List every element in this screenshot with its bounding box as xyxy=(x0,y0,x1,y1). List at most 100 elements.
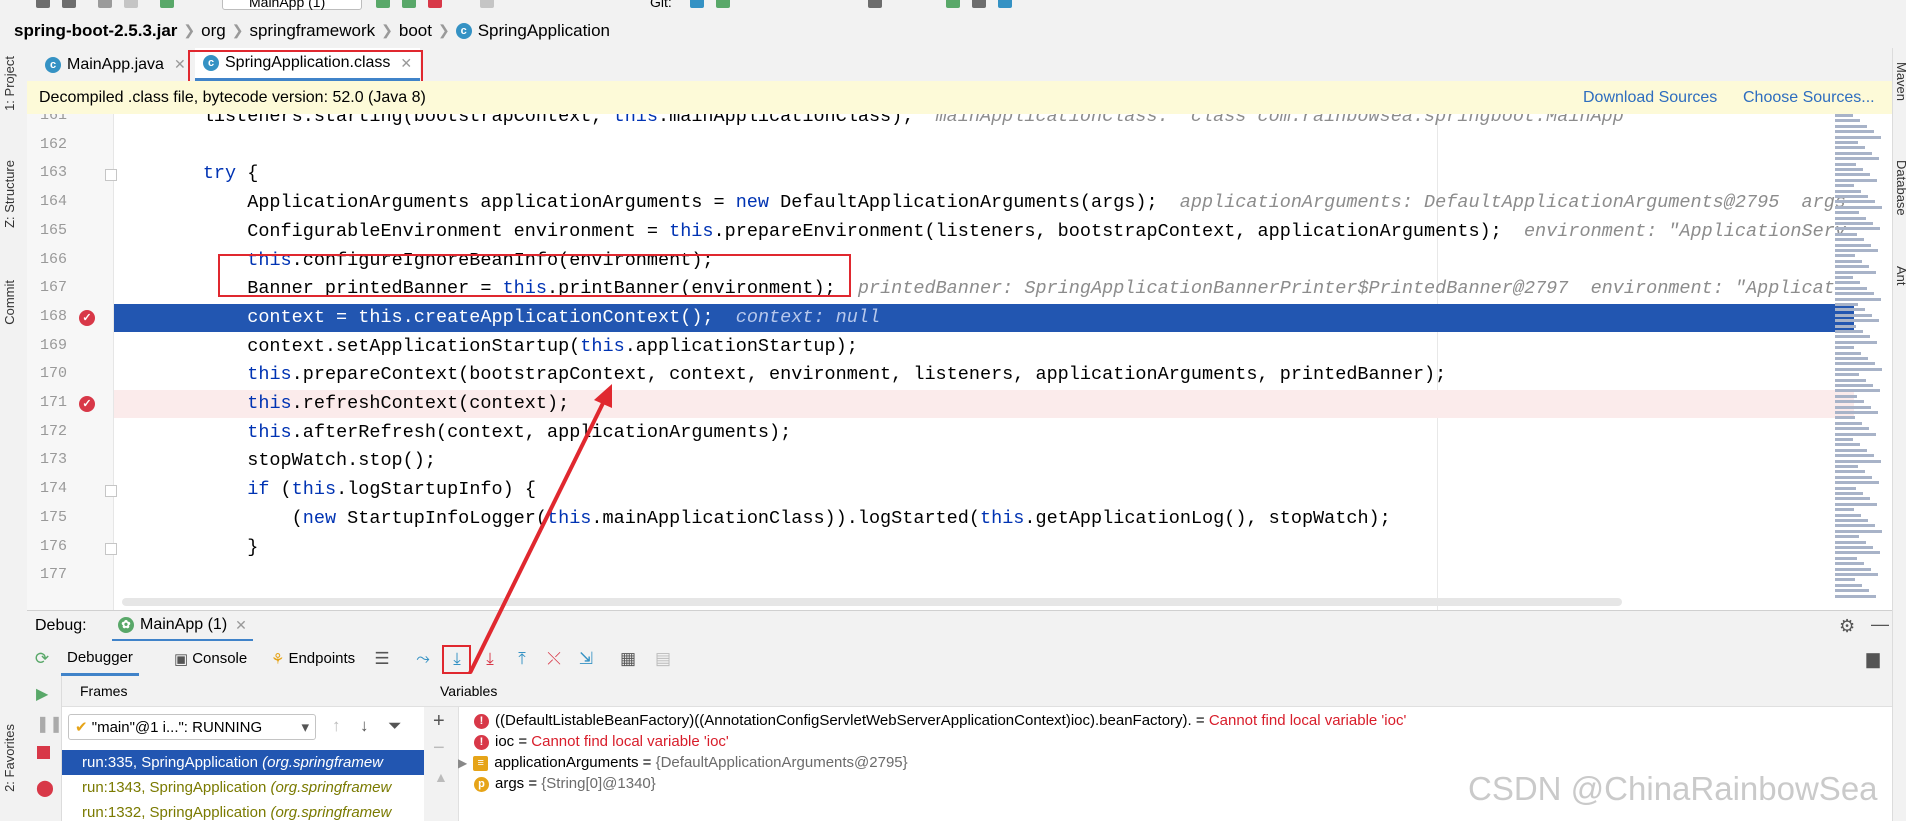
expand-arrow-icon[interactable]: ▶ xyxy=(458,756,467,770)
code-line[interactable]: listeners.starting(bootstrapContext, thi… xyxy=(114,114,1854,131)
trace-icon[interactable]: ▤ xyxy=(653,649,673,669)
step-over-icon[interactable]: ⤓ xyxy=(447,649,467,669)
code-line[interactable]: Banner printedBanner = this.printBanner(… xyxy=(114,275,1854,303)
frame-row[interactable]: run:1343, SpringApplication (org.springf… xyxy=(62,775,424,800)
evaluate-expression-icon[interactable]: ▦ xyxy=(618,649,638,669)
pause-icon[interactable]: ❚❚ xyxy=(36,714,63,734)
code-line[interactable]: } xyxy=(114,534,1854,562)
add-watch-icon[interactable]: + xyxy=(433,710,445,733)
filter-icon[interactable]: ⏷ xyxy=(388,716,402,736)
minimap-stripe xyxy=(1835,562,1864,566)
stop-icon[interactable] xyxy=(480,0,494,8)
move-up-icon[interactable]: ▲ xyxy=(434,769,448,785)
close-icon[interactable]: ✕ xyxy=(400,55,412,72)
frame-row[interactable]: run:1332, SpringApplication (org.springf… xyxy=(62,800,424,825)
run-to-cursor-icon[interactable]: ⇲ xyxy=(576,649,596,669)
settings-icon[interactable] xyxy=(868,0,882,8)
breadcrumb-org[interactable]: org xyxy=(195,21,232,41)
minimap-stripe xyxy=(1835,459,1881,463)
tab-console[interactable]: ▣ Console xyxy=(168,641,253,676)
tab-springapplication[interactable]: c SpringApplication.class ✕ xyxy=(195,48,421,81)
step-into-icon[interactable]: ⤓ xyxy=(480,649,500,669)
variable-row[interactable]: p args = {String[0]@1340} xyxy=(474,771,656,796)
debug-session-tab[interactable]: ✿ MainApp (1) ✕ xyxy=(112,611,253,642)
layout-icon[interactable]: ☰ xyxy=(372,649,392,669)
favorites-tool-tab[interactable]: 2: Favorites xyxy=(2,724,17,792)
tab-debugger[interactable]: Debugger xyxy=(61,641,139,676)
arrow-up-icon[interactable]: ↑ xyxy=(332,716,341,736)
minimap-stripe xyxy=(1835,281,1860,285)
maven-tool-tab[interactable]: Maven xyxy=(1894,62,1906,101)
git-commit-icon[interactable] xyxy=(716,0,730,8)
translate-icon[interactable] xyxy=(998,0,1012,8)
git-update-icon[interactable] xyxy=(690,0,704,8)
code-editor[interactable]: 161 162 163 164 165 166 167 168 ✓ 169 170 171 ✓ 172 17… xyxy=(27,114,1892,610)
variable-name: ((DefaultListableBeanFactory)((Annotatio… xyxy=(495,712,1209,729)
code-line[interactable]: (new StartupInfoLogger(this.mainApplicat… xyxy=(114,505,1854,533)
step-out-icon[interactable]: ⤒ xyxy=(512,649,532,669)
restore-layout-icon[interactable]: ▆ xyxy=(1863,649,1883,669)
choose-sources-link[interactable]: Choose Sources... xyxy=(1743,81,1875,114)
database-tool-tab[interactable]: Database xyxy=(1894,160,1906,216)
error-stripe-minimap[interactable] xyxy=(1827,114,1887,610)
search-icon[interactable] xyxy=(972,0,986,8)
close-icon[interactable]: ✕ xyxy=(235,617,247,634)
code-line[interactable]: ConfigurableEnvironment environment = th… xyxy=(114,218,1854,246)
structure-icon[interactable] xyxy=(946,0,960,8)
code-line[interactable]: try { xyxy=(114,160,1854,188)
breadcrumb-springframework[interactable]: springframework xyxy=(243,21,381,41)
code-line[interactable] xyxy=(114,132,1854,160)
thread-select[interactable]: ✔ "main"@1 i...": RUNNING ▾ xyxy=(68,714,316,740)
commit-tool-tab[interactable]: Commit xyxy=(2,280,17,325)
code-line[interactable]: stopWatch.stop(); xyxy=(114,447,1854,475)
structure-tool-tab[interactable]: Z: Structure xyxy=(2,160,17,228)
close-icon[interactable]: ✕ xyxy=(174,56,186,73)
code-text: context = this.createApplicationContext(… xyxy=(114,306,714,328)
horizontal-scrollbar[interactable] xyxy=(122,598,1622,606)
code-line[interactable]: this.refreshContext(context); xyxy=(114,390,1854,418)
resume-icon[interactable]: ▶ xyxy=(36,684,48,704)
code-line[interactable]: this.configureIgnoreBeanInfo(environment… xyxy=(114,247,1854,275)
download-sources-link[interactable]: Download Sources xyxy=(1583,81,1717,114)
code-line[interactable]: this.afterRefresh(context, applicationAr… xyxy=(114,419,1854,447)
show-execution-point-icon[interactable]: ⤳ xyxy=(413,649,433,669)
frame-row[interactable]: run:335, SpringApplication (org.springfr… xyxy=(62,750,424,775)
breadcrumb-class[interactable]: c SpringApplication xyxy=(450,21,616,41)
coverage-icon[interactable] xyxy=(428,0,442,8)
code-line[interactable]: ApplicationArguments applicationArgument… xyxy=(114,189,1854,217)
stop-icon[interactable] xyxy=(37,746,50,759)
remove-watch-icon[interactable]: − xyxy=(433,737,445,760)
run-icon[interactable] xyxy=(376,0,390,8)
arrow-down-icon[interactable]: ↓ xyxy=(360,716,369,736)
sync-icon[interactable] xyxy=(62,0,76,8)
minimap-stripe xyxy=(1835,195,1868,198)
gear-icon[interactable]: ⚙ xyxy=(1839,616,1855,637)
save-icon[interactable] xyxy=(36,0,50,8)
code-line[interactable]: this.prepareContext(bootstrapContext, co… xyxy=(114,361,1854,389)
run-configuration-select[interactable]: MainApp (1) xyxy=(222,0,362,10)
minimap-stripe xyxy=(1835,249,1878,252)
view-breakpoints-icon[interactable]: ⬤ xyxy=(36,778,54,798)
minimize-icon[interactable]: — xyxy=(1871,614,1889,635)
breakpoint-icon[interactable]: ✓ xyxy=(79,309,95,326)
debug-icon[interactable] xyxy=(402,0,416,8)
build-icon[interactable] xyxy=(160,0,174,8)
forward-icon[interactable] xyxy=(124,0,138,8)
code-line[interactable]: if (this.logStartupInfo) { xyxy=(114,476,1854,504)
project-tool-tab[interactable]: 1: Project xyxy=(2,56,17,111)
editor-gutter[interactable]: 161 162 163 164 165 166 167 168 ✓ 169 170 171 ✓ 172 17… xyxy=(27,114,117,610)
breakpoint-icon[interactable]: ✓ xyxy=(79,396,95,412)
breadcrumb-boot[interactable]: boot xyxy=(393,21,438,41)
code-line[interactable]: context.setApplicationStartup(this.appli… xyxy=(114,333,1854,361)
back-icon[interactable] xyxy=(98,0,112,8)
class-icon: c xyxy=(455,23,472,40)
breadcrumb-jar[interactable]: spring-boot-2.5.3.jar xyxy=(0,21,183,41)
tab-mainapp[interactable]: c MainApp.java ✕ xyxy=(37,48,194,81)
code-line[interactable] xyxy=(114,562,1854,590)
ant-tool-tab[interactable]: Ant xyxy=(1894,266,1906,286)
variable-value: {String[0]@1340} xyxy=(541,775,656,792)
tab-endpoints[interactable]: ⚘ Endpoints xyxy=(265,641,361,676)
code-line[interactable]: context = this.createApplicationContext(… xyxy=(114,303,1854,332)
drop-frame-icon[interactable]: ⤬ xyxy=(544,649,564,669)
rerun-icon[interactable]: ⟳ xyxy=(32,649,52,669)
